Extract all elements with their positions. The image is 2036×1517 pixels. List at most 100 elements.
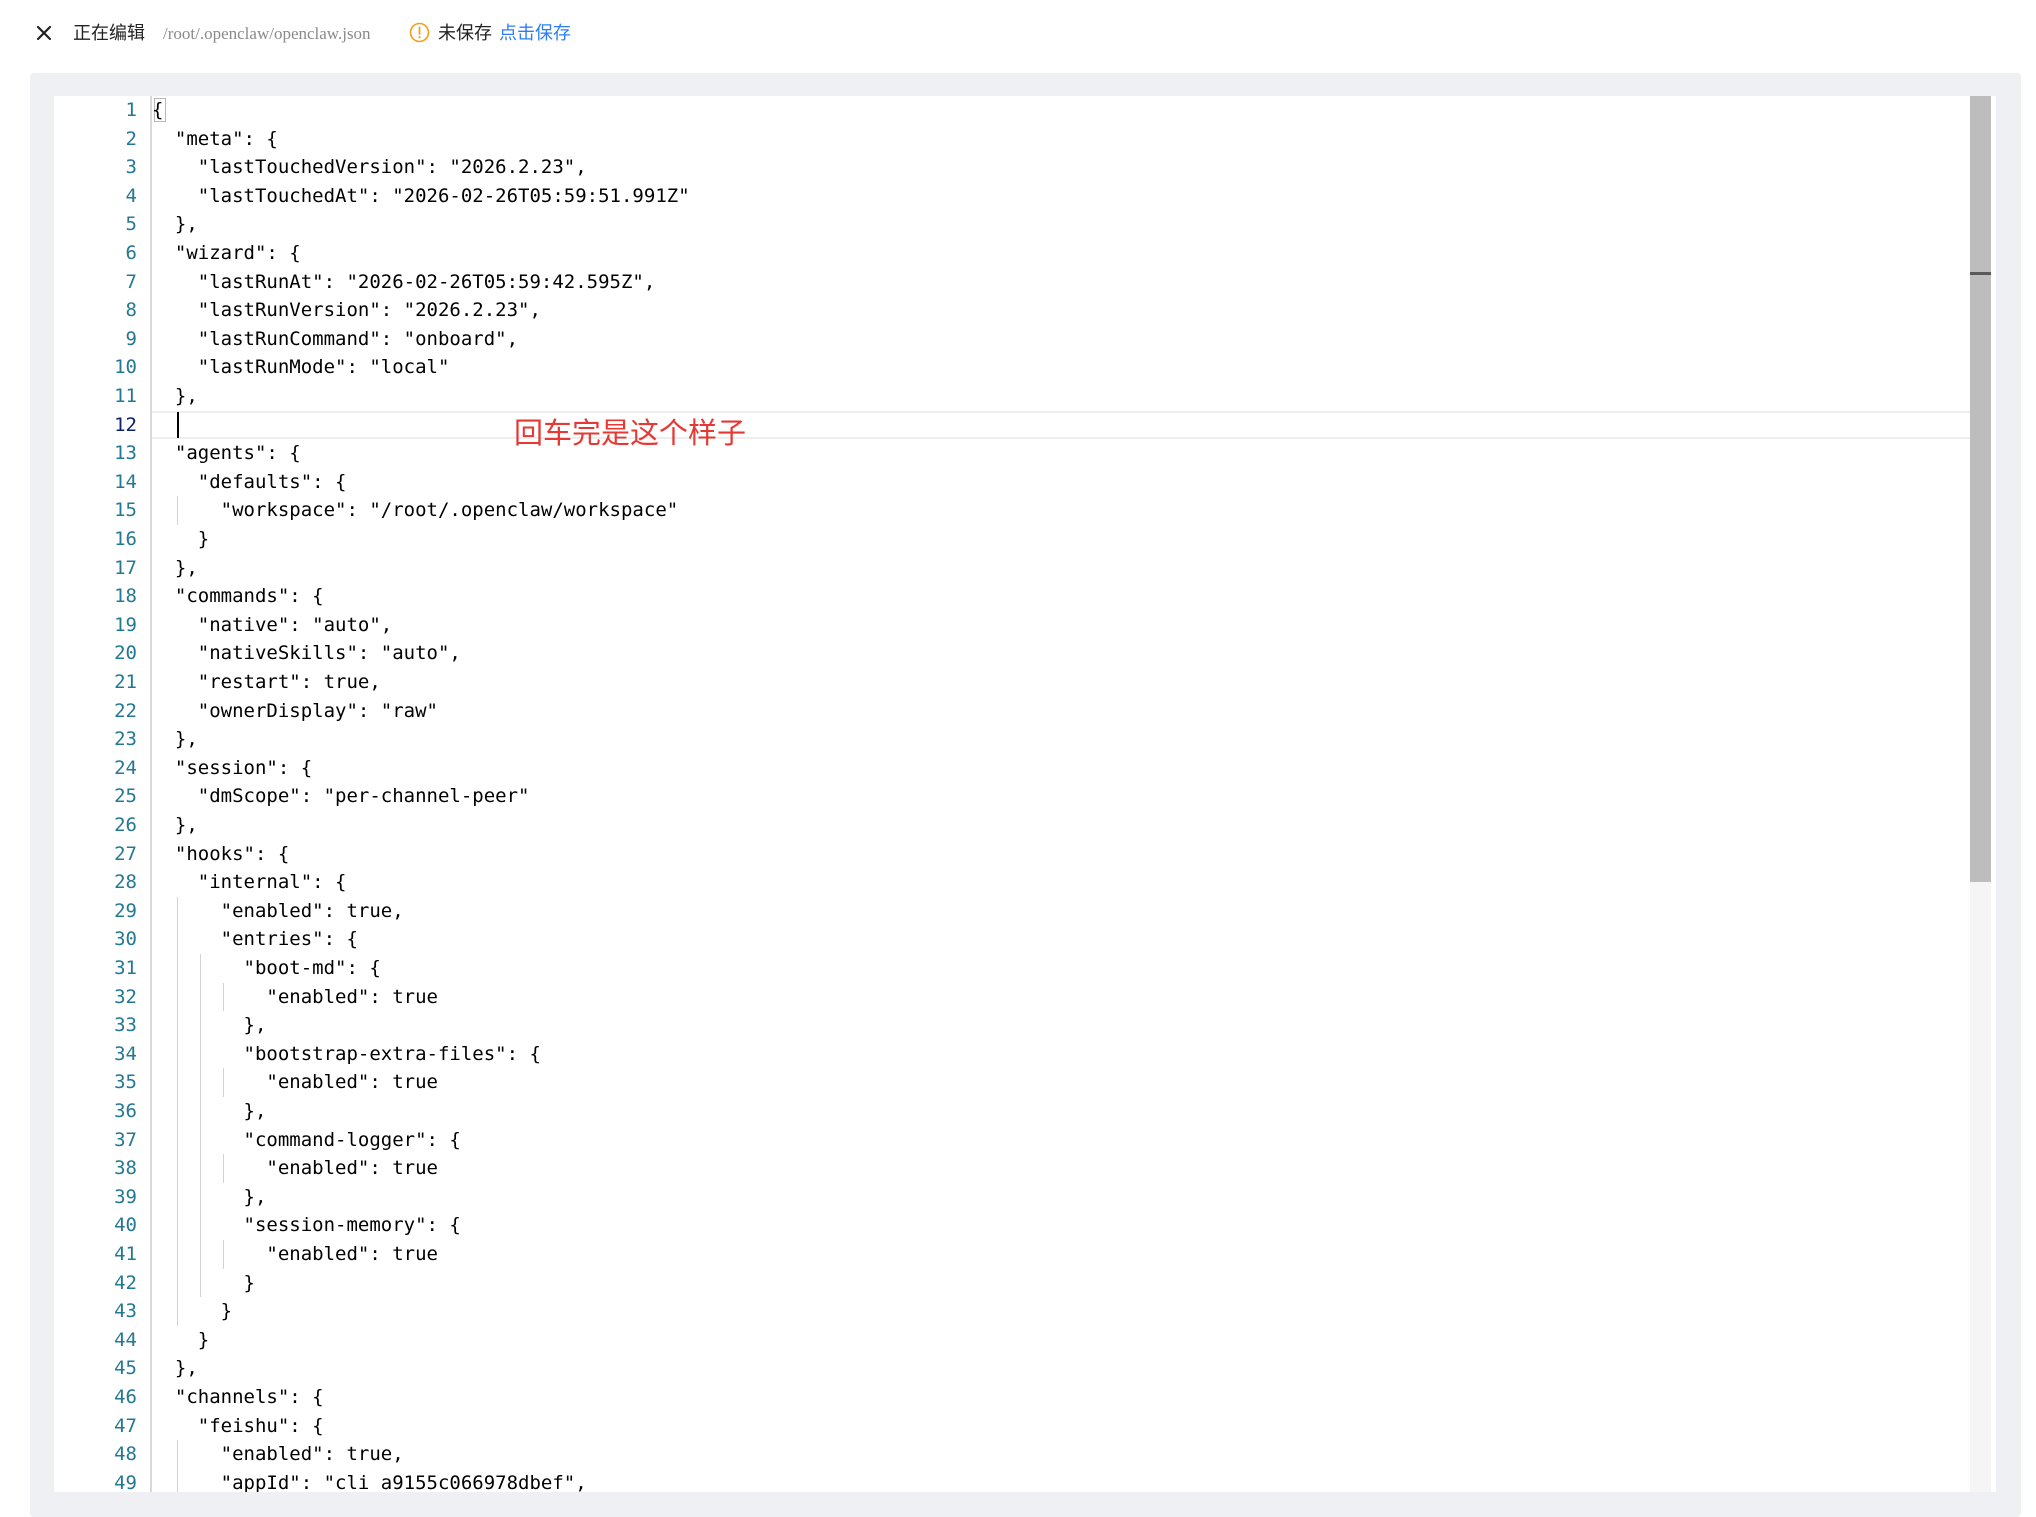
line-number: 18: [114, 585, 137, 608]
code-line[interactable]: },: [152, 811, 198, 840]
scrollbar-thumb[interactable]: [1970, 96, 1991, 882]
code-area[interactable]: { "meta": { "lastTouchedVersion": "2026.…: [152, 96, 1996, 1492]
code-line[interactable]: }: [152, 525, 209, 554]
text-cursor: [176, 411, 179, 438]
line-number: 3: [125, 156, 137, 179]
code-line[interactable]: "enabled": true: [152, 1068, 438, 1097]
line-number: 39: [114, 1185, 137, 1208]
line-number: 48: [114, 1443, 137, 1466]
line-number: 12: [114, 413, 137, 436]
code-line[interactable]: "appId": "cli_a9155c066978dbef",: [152, 1469, 587, 1492]
scrollbar-cursor-marker: [1970, 272, 1991, 275]
editing-title: 正在编辑: [73, 23, 145, 43]
line-number: 8: [125, 299, 137, 322]
code-line[interactable]: "enabled": true,: [152, 1440, 404, 1469]
line-number: 45: [114, 1357, 137, 1380]
code-line[interactable]: },: [152, 1097, 267, 1126]
code-line[interactable]: },: [152, 725, 198, 754]
code-line[interactable]: "lastRunMode": "local": [152, 353, 450, 382]
code-line[interactable]: "bootstrap-extra-files": {: [152, 1040, 541, 1069]
code-line[interactable]: "dmScope": "per-channel-peer": [152, 782, 530, 811]
code-line[interactable]: "lastRunCommand": "onboard",: [152, 325, 518, 354]
unsaved-status: 未保存: [438, 23, 492, 43]
line-number: 25: [114, 785, 137, 808]
code-line[interactable]: "meta": {: [152, 125, 278, 154]
code-line[interactable]: }: [152, 1297, 232, 1326]
code-line[interactable]: },: [152, 554, 198, 583]
line-number: 30: [114, 928, 137, 951]
line-number: 28: [114, 871, 137, 894]
line-number: 26: [114, 814, 137, 836]
line-number: 10: [114, 356, 137, 379]
code-editor[interactable]: 1 2 3 4 5 6 7 8 9 10 11 12 13 14 15 16 17 18 19 20 21 22 23 24 2…: [54, 96, 1996, 1492]
code-line[interactable]: "workspace": "/root/.openclaw/workspace": [152, 496, 679, 525]
code-line[interactable]: "enabled": true: [152, 1240, 438, 1269]
line-number: 38: [114, 1157, 137, 1180]
line-number: 46: [114, 1386, 137, 1408]
code-line[interactable]: "restart": true,: [152, 668, 381, 697]
code-line[interactable]: },: [152, 382, 198, 411]
code-line[interactable]: "commands": {: [152, 582, 324, 611]
code-line[interactable]: "lastTouchedVersion": "2026.2.23",: [152, 153, 587, 182]
line-number: 36: [114, 1100, 137, 1122]
code-line[interactable]: "session-memory": {: [152, 1211, 461, 1240]
code-line[interactable]: "session": {: [152, 754, 312, 783]
line-number: 19: [114, 613, 137, 636]
line-number: 24: [114, 756, 137, 779]
save-link[interactable]: 点击保存: [499, 21, 571, 45]
line-number: 17: [114, 556, 137, 579]
line-number: 29: [114, 899, 137, 922]
indent-guide: [176, 1440, 178, 1492]
code-line[interactable]: "nativeSkills": "auto",: [152, 639, 461, 668]
code-line[interactable]: "command-logger": {: [152, 1126, 461, 1155]
code-line[interactable]: "channels": {: [152, 1383, 324, 1412]
code-line[interactable]: },: [152, 210, 198, 239]
code-line[interactable]: "wizard": {: [152, 239, 301, 268]
line-number: 34: [114, 1042, 137, 1065]
code-line[interactable]: "agents": {: [152, 439, 301, 468]
warning-circle-icon: [409, 22, 430, 43]
editor-header: 正在编辑 /root/.openclaw/openclaw.json 未保存 点…: [0, 0, 2036, 66]
line-number: 21: [114, 671, 137, 693]
line-number: 20: [114, 642, 137, 665]
code-line[interactable]: "hooks": {: [152, 840, 289, 869]
line-number: 42: [114, 1271, 137, 1294]
line-number: 49: [114, 1471, 137, 1492]
code-line[interactable]: "enabled": true: [152, 983, 438, 1012]
line-number: 37: [114, 1128, 137, 1151]
line-number: 9: [125, 327, 137, 350]
code-line[interactable]: "internal": {: [152, 868, 347, 897]
line-number: 27: [114, 842, 137, 865]
line-number: 11: [114, 385, 137, 407]
file-path: /root/.openclaw/openclaw.json: [163, 24, 371, 43]
indent-guide: [199, 954, 201, 1298]
line-number: 1: [125, 99, 137, 121]
indent-guide: [222, 982, 224, 1012]
code-line[interactable]: "feishu": {: [152, 1412, 324, 1441]
line-number: 22: [114, 699, 137, 722]
line-number: 14: [114, 470, 137, 493]
code-line[interactable]: "enabled": true,: [152, 897, 404, 926]
code-line[interactable]: "lastRunAt": "2026-02-26T05:59:42.595Z",: [152, 268, 656, 297]
code-line[interactable]: {: [152, 96, 163, 125]
code-line[interactable]: "ownerDisplay": "raw": [152, 697, 438, 726]
code-line[interactable]: "lastRunVersion": "2026.2.23",: [152, 296, 541, 325]
code-line[interactable]: },: [152, 1354, 198, 1383]
code-line[interactable]: },: [152, 1011, 267, 1040]
code-line[interactable]: "lastTouchedAt": "2026-02-26T05:59:51.99…: [152, 182, 690, 211]
line-number: 6: [125, 242, 137, 264]
code-line[interactable]: "native": "auto",: [152, 611, 392, 640]
line-number: 23: [114, 728, 137, 751]
close-icon[interactable]: [33, 22, 55, 44]
code-line[interactable]: "defaults": {: [152, 468, 347, 497]
code-line[interactable]: "boot-md": {: [152, 954, 381, 983]
code-line[interactable]: }: [152, 1326, 209, 1355]
code-line[interactable]: "enabled": true: [152, 1154, 438, 1183]
indent-guide: [222, 1068, 224, 1097]
line-number: 41: [114, 1243, 137, 1265]
code-line[interactable]: "entries": {: [152, 925, 358, 954]
line-number: 16: [114, 528, 137, 550]
code-line[interactable]: },: [152, 1183, 267, 1212]
line-number: 47: [114, 1414, 137, 1437]
code-line[interactable]: }: [152, 1269, 255, 1298]
